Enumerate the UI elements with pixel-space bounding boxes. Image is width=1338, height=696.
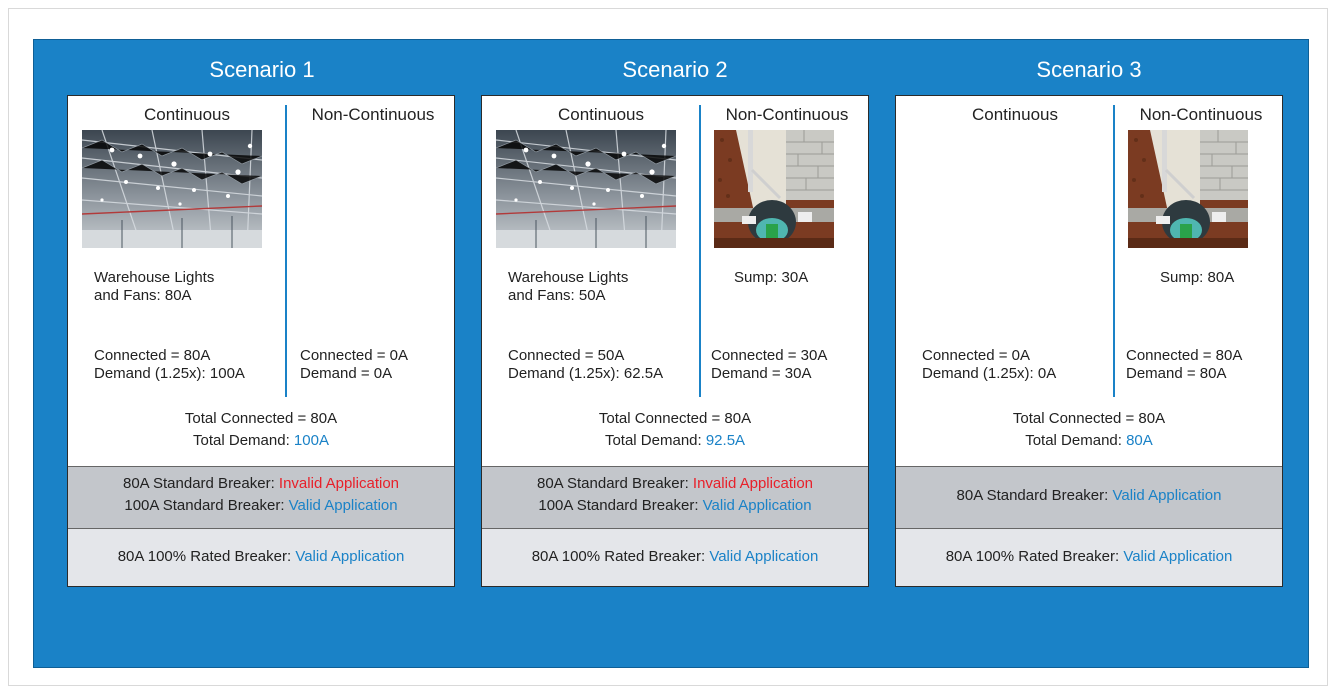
continuous-connected: Connected = 0A: [922, 347, 1030, 364]
total-demand-label: Total Demand:: [193, 432, 294, 449]
column-divider: [699, 105, 701, 397]
rated-breaker-row: 80A 100% Rated Breaker: Valid Applicatio…: [896, 548, 1282, 565]
noncontinuous-heading: Non-Continuous: [1139, 105, 1263, 124]
breaker-label: 100A Standard Breaker:: [538, 497, 703, 514]
breaker-label: 80A Standard Breaker:: [122, 475, 279, 492]
total-demand-value: 100A: [293, 432, 329, 449]
standard-breaker-row-1: 80A Standard Breaker: Valid Application: [896, 487, 1282, 504]
noncontinuous-heading: Non-Continuous: [725, 105, 849, 124]
noncontinuous-demand: Demand = 80A: [1126, 365, 1227, 382]
noncontinuous-demand: Demand = 0A: [300, 365, 393, 382]
scenario-3-title: Scenario 3: [1036, 57, 1142, 82]
rated-breaker-row: 80A 100% Rated Breaker: Valid Applicatio…: [482, 548, 868, 565]
breaker-label: 80A 100% Rated Breaker:: [945, 548, 1124, 565]
total-demand-label: Total Demand:: [604, 432, 706, 449]
continuous-load-line-1: Warehouse Lights: [508, 269, 629, 286]
standard-breaker-row-2: 100A Standard Breaker: Valid Application: [68, 497, 454, 514]
scenario-2-title: Scenario 2: [622, 57, 728, 82]
noncontinuous-load: Sump: 80A: [1160, 269, 1235, 286]
standard-breaker-band: 80A Standard Breaker: Valid Application: [896, 466, 1282, 529]
total-demand-label: Total Demand:: [1025, 432, 1127, 449]
total-demand-value: 92.5A: [705, 432, 746, 449]
breaker-label: 80A Standard Breaker:: [536, 475, 693, 492]
standard-breaker-row-1: 80A Standard Breaker: Invalid Applicatio…: [482, 475, 868, 492]
breaker-status-invalid: Invalid Application: [278, 475, 400, 492]
total-connected: Total Connected = 80A: [1012, 410, 1166, 427]
rated-breaker-band: 80A 100% Rated Breaker: Valid Applicatio…: [896, 529, 1282, 586]
scenario-1-card: Continuous Non-Continuous Warehouse Ligh…: [67, 95, 455, 587]
continuous-connected: Connected = 80A: [94, 347, 211, 364]
noncontinuous-demand: Demand = 30A: [711, 365, 812, 382]
warehouse-lights-photo: [82, 130, 262, 248]
total-demand: Total Demand: 100A: [68, 432, 454, 449]
continuous-heading: Continuous: [143, 105, 230, 124]
standard-breaker-row-1: 80A Standard Breaker: Invalid Applicatio…: [68, 475, 454, 492]
rated-breaker-row: 80A 100% Rated Breaker: Valid Applicatio…: [68, 548, 454, 565]
breaker-status-valid: Valid Application: [702, 497, 812, 514]
warehouse-lights-photo: [496, 130, 676, 248]
standard-breaker-row-2: 100A Standard Breaker: Valid Application: [482, 497, 868, 514]
breaker-status-valid: Valid Application: [295, 548, 405, 565]
standard-breaker-band: 80A Standard Breaker: Invalid Applicatio…: [482, 466, 868, 529]
column-divider: [285, 105, 287, 397]
sump-pump-illustration: [1128, 130, 1248, 248]
total-demand-value: 80A: [1126, 432, 1153, 449]
scenario-1-title: Scenario 1: [209, 57, 315, 82]
continuous-connected: Connected = 50A: [508, 347, 625, 364]
breaker-status-valid: Valid Application: [1123, 548, 1233, 565]
breaker-label: 80A 100% Rated Breaker:: [117, 548, 296, 565]
breaker-status-valid: Valid Application: [288, 497, 398, 514]
noncontinuous-load: Sump: 30A: [734, 269, 809, 286]
scenario-3-card: Continuous Non-Continuous Sump: 80A Conn…: [895, 95, 1283, 587]
breaker-label: 80A 100% Rated Breaker:: [531, 548, 710, 565]
rated-breaker-band: 80A 100% Rated Breaker: Valid Applicatio…: [482, 529, 868, 586]
continuous-demand: Demand (1.25x): 62.5A: [508, 365, 664, 382]
noncontinuous-connected: Connected = 0A: [300, 347, 408, 364]
sump-pump-illustration: [714, 130, 834, 248]
column-divider: [1113, 105, 1115, 397]
continuous-demand: Demand (1.25x): 100A: [94, 365, 245, 382]
continuous-load-line-1: Warehouse Lights: [94, 269, 215, 286]
breaker-status-valid: Valid Application: [1112, 487, 1222, 504]
noncontinuous-connected: Connected = 30A: [711, 347, 828, 364]
breaker-status-invalid: Invalid Application: [692, 475, 814, 492]
total-connected: Total Connected = 80A: [598, 410, 752, 427]
continuous-demand: Demand (1.25x): 0A: [922, 365, 1057, 382]
total-demand: Total Demand: 92.5A: [482, 432, 868, 449]
noncontinuous-heading: Non-Continuous: [311, 105, 435, 124]
total-demand: Total Demand: 80A: [896, 432, 1282, 449]
continuous-load-line-2: and Fans: 80A: [94, 287, 192, 304]
noncontinuous-connected: Connected = 80A: [1126, 347, 1243, 364]
continuous-load-line-2: and Fans: 50A: [508, 287, 606, 304]
continuous-heading: Continuous: [971, 105, 1058, 124]
continuous-heading: Continuous: [557, 105, 644, 124]
scenario-2-card: Continuous Non-Continuous Warehouse Ligh…: [481, 95, 869, 587]
breaker-label: 80A Standard Breaker:: [956, 487, 1113, 504]
total-connected: Total Connected = 80A: [184, 410, 338, 427]
rated-breaker-band: 80A 100% Rated Breaker: Valid Applicatio…: [68, 529, 454, 586]
standard-breaker-band: 80A Standard Breaker: Invalid Applicatio…: [68, 466, 454, 529]
breaker-label: 100A Standard Breaker:: [124, 497, 289, 514]
breaker-status-valid: Valid Application: [709, 548, 819, 565]
